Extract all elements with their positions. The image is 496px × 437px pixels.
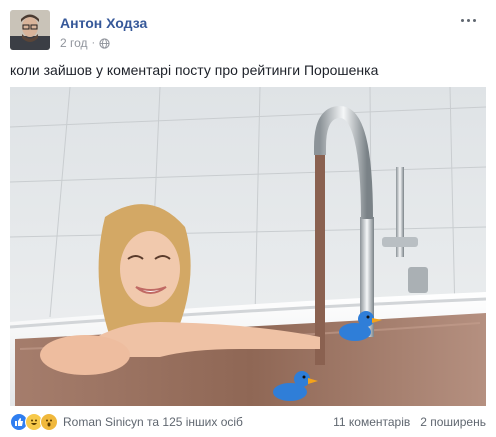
post-photo[interactable] — [10, 87, 486, 406]
post-timestamp[interactable]: 2 год — [60, 36, 88, 50]
wow-icon — [40, 413, 58, 431]
meta-separator: · — [91, 37, 96, 49]
post-header: Антон Ходза 2 год · — [10, 10, 486, 52]
post-text: коли зайшов у коментарі посту про рейтин… — [10, 62, 379, 78]
reaction-names[interactable]: Roman Sinicyn та 125 інших осіб — [63, 415, 243, 429]
ellipsis-dot-icon — [460, 18, 464, 22]
facebook-post: Антон Ходза 2 год · коли зайшов у комент… — [0, 0, 496, 437]
author-avatar[interactable] — [10, 10, 50, 50]
reaction-icons[interactable] — [10, 413, 58, 431]
globe-icon[interactable] — [99, 37, 110, 49]
ellipsis-dot-icon — [472, 18, 476, 22]
bathtub-photo-illustration — [10, 87, 486, 406]
author-name[interactable]: Антон Ходза — [60, 15, 147, 31]
avatar-photo — [10, 10, 50, 50]
shares-count[interactable]: 2 поширень — [420, 415, 486, 429]
ellipsis-dot-icon — [466, 18, 470, 22]
comments-count[interactable]: 11 коментарів — [333, 415, 410, 429]
post-footer: Roman Sinicyn та 125 інших осіб 11 комен… — [10, 408, 486, 436]
post-meta: 2 год · — [60, 36, 110, 50]
post-options-button[interactable] — [456, 12, 480, 28]
